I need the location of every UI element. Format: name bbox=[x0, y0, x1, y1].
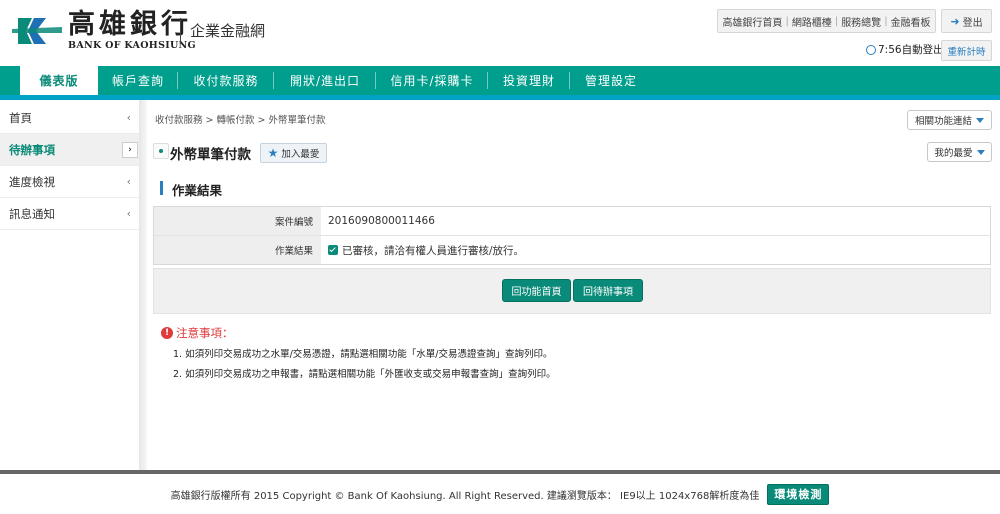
result-table: 案件編號 2016090800011466 作業結果 已審核，請洽有權人員進行審… bbox=[153, 206, 991, 265]
related-functions-label: 相關功能連結 bbox=[914, 116, 972, 127]
sidebar-shadow bbox=[139, 100, 147, 470]
top-link-separator: | bbox=[834, 15, 839, 27]
page-title: 外幣單筆付款 bbox=[170, 147, 251, 163]
nav-tab-payment-services[interactable]: 收付款服務 bbox=[178, 66, 274, 95]
sidebar-item-todo[interactable]: 待辦事項 › bbox=[0, 134, 139, 166]
breadcrumb: 收付款服務 > 轉帳付款 > 外幣單筆付款 bbox=[155, 115, 326, 126]
check-icon bbox=[328, 245, 338, 255]
notice-title: ! 注意事項： bbox=[161, 325, 234, 341]
nav-tab-label: 儀表版 bbox=[39, 74, 79, 88]
sidebar-item-label: 訊息通知 bbox=[9, 206, 55, 221]
top-link-home[interactable]: 高雄銀行首頁 bbox=[722, 14, 782, 29]
operation-result-cell: 已審核，請洽有權人員進行審核/放行。 bbox=[321, 236, 990, 264]
case-number-label: 案件編號 bbox=[154, 207, 321, 235]
nav-tab-label: 收付款服務 bbox=[193, 74, 259, 88]
notice-line: 2. 如須列印交易成功之申報書，請點選相關功能「外匯收支或交易申報書查詢」查詢列… bbox=[173, 369, 556, 380]
table-row: 案件編號 2016090800011466 bbox=[154, 207, 990, 236]
my-favorites-dropdown[interactable]: 我的最愛 bbox=[927, 142, 992, 162]
operation-result-label: 作業結果 bbox=[154, 236, 321, 264]
warning-icon: ! bbox=[161, 327, 173, 339]
sidebar-item-label: 待辦事項 bbox=[9, 142, 55, 157]
bank-name-cn: 高雄銀行 bbox=[68, 9, 192, 40]
sidebar-item-label: 進度檢視 bbox=[9, 174, 55, 189]
logout-button[interactable]: ➜ 登出 bbox=[941, 9, 992, 33]
top-link-online-counter[interactable]: 網路櫃檯 bbox=[792, 14, 832, 29]
top-link-separator: | bbox=[785, 15, 789, 27]
table-row: 作業結果 已審核，請洽有權人員進行審核/放行。 bbox=[154, 236, 990, 264]
session-timer-text: 7:56自動登出 bbox=[878, 44, 944, 56]
add-favorite-label: 加入最愛 bbox=[281, 149, 320, 160]
back-to-home-button[interactable]: 回功能首頁 bbox=[502, 279, 571, 302]
reset-timer-button[interactable]: 重新計時 bbox=[941, 40, 992, 61]
logo-divider bbox=[180, 18, 181, 44]
operation-result-value: 已審核，請洽有權人員進行審核/放行。 bbox=[342, 244, 525, 257]
nav-tab-label: 管理設定 bbox=[584, 74, 637, 88]
bank-name-en: BANK OF KAOHSIUNG bbox=[68, 40, 196, 51]
chevron-left-icon: ‹ bbox=[126, 175, 131, 188]
nav-tab-label: 投資理財 bbox=[502, 74, 555, 88]
related-functions-dropdown[interactable]: 相關功能連結 bbox=[907, 110, 992, 130]
caret-down-icon bbox=[976, 149, 985, 155]
chevron-left-icon: ‹ bbox=[126, 111, 131, 124]
footer: 高雄銀行版權所有 2015 Copyright © Bank Of Kaohsi… bbox=[0, 474, 1000, 514]
nav-tab-account-inquiry[interactable]: 帳戶查詢 bbox=[98, 66, 178, 95]
logout-label: 登出 bbox=[962, 17, 983, 29]
footer-copyright: 高雄銀行版權所有 2015 Copyright © Bank Of Kaohsi… bbox=[170, 490, 760, 502]
sidebar-item-label: 首頁 bbox=[9, 110, 32, 125]
top-links: 高雄銀行首頁 | 網路櫃檯 | 服務總覽 | 金融看板 bbox=[717, 9, 936, 33]
nav-tab-label: 帳戶查詢 bbox=[111, 74, 164, 88]
sidebar-item-home[interactable]: 首頁 ‹ bbox=[0, 102, 139, 134]
session-timer: 7:56自動登出 bbox=[866, 42, 944, 57]
case-number-value: 2016090800011466 bbox=[328, 215, 435, 227]
section-marker bbox=[160, 181, 163, 195]
nav-tab-label: 開狀/進出口 bbox=[289, 74, 361, 88]
add-favorite-button[interactable]: ★ 加入最愛 bbox=[260, 143, 327, 163]
notice-title-text: 注意事項： bbox=[176, 326, 234, 340]
chevron-left-icon: ‹ bbox=[126, 207, 131, 220]
clock-icon bbox=[866, 44, 876, 55]
nav-tab-investment[interactable]: 投資理財 bbox=[488, 66, 570, 95]
nav-tab-management-settings[interactable]: 管理設定 bbox=[570, 66, 652, 95]
star-icon: ★ bbox=[267, 146, 279, 160]
nav-tab-dashboard[interactable]: 儀表版 bbox=[20, 66, 98, 95]
top-link-financial-board[interactable]: 金融看板 bbox=[891, 14, 931, 29]
bank-logo-icon[interactable] bbox=[12, 14, 64, 48]
nav-tab-label: 信用卡/採購卡 bbox=[390, 74, 474, 88]
my-favorites-label: 我的最愛 bbox=[934, 148, 973, 159]
environment-check-button[interactable]: 環境檢測 bbox=[767, 483, 830, 505]
top-link-separator: | bbox=[884, 15, 888, 27]
sidebar-item-progress[interactable]: 進度檢視 ‹ bbox=[0, 166, 139, 198]
nav-tab-lc-import-export[interactable]: 開狀/進出口 bbox=[274, 66, 376, 95]
chevron-right-icon: › bbox=[122, 142, 138, 158]
nav-tab-credit-card[interactable]: 信用卡/採購卡 bbox=[376, 66, 488, 95]
top-link-service-overview[interactable]: 服務總覽 bbox=[841, 14, 881, 29]
section-title: 作業結果 bbox=[172, 183, 223, 198]
notice-line: 1. 如須列印交易成功之水單/交易憑證，請點選相關功能「水單/交易憑證查詢」查詢… bbox=[173, 349, 553, 360]
title-bullet-icon bbox=[153, 143, 169, 159]
header: 高雄銀行 BANK OF KAOHSIUNG 企業金融網 高雄銀行首頁 | 網路… bbox=[0, 0, 1000, 66]
nav-underline bbox=[0, 95, 1000, 100]
caret-down-icon bbox=[976, 117, 984, 123]
logout-icon: ➜ bbox=[950, 14, 960, 28]
sidebar-item-messages[interactable]: 訊息通知 ‹ bbox=[0, 198, 139, 230]
action-bar bbox=[153, 268, 991, 314]
back-to-todo-button[interactable]: 回待辦事項 bbox=[573, 279, 643, 302]
site-subtitle: 企業金融網 bbox=[190, 22, 266, 40]
